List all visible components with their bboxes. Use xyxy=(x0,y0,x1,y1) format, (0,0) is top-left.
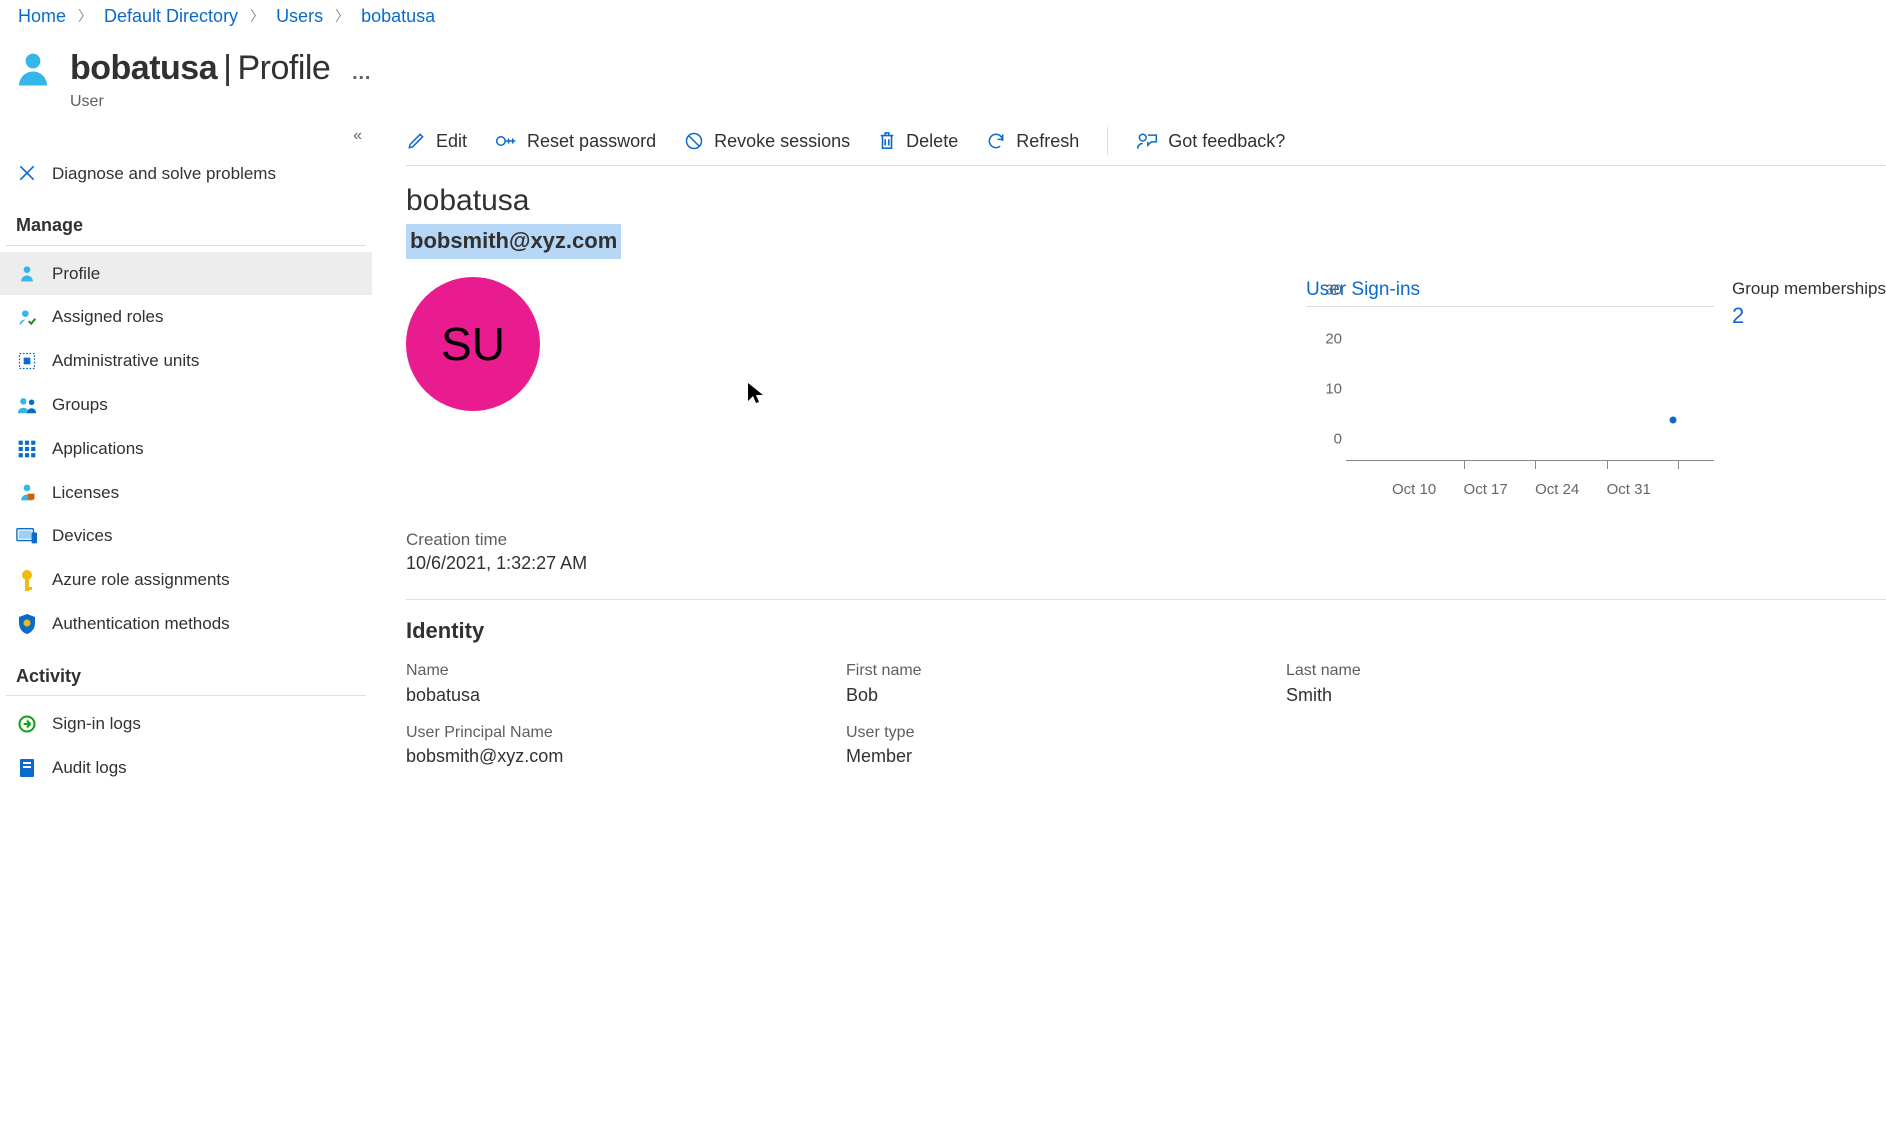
field-label: User type xyxy=(846,722,1266,744)
book-icon xyxy=(16,757,38,779)
field-label: First name xyxy=(846,660,1266,682)
sidebar-item-auth-methods[interactable]: Authentication methods xyxy=(0,602,372,646)
sidebar-item-signin-logs[interactable]: Sign-in logs xyxy=(0,702,372,746)
identity-field: User Principal Namebobsmith@xyz.com xyxy=(406,722,826,770)
sidebar-item-groups[interactable]: Groups xyxy=(0,383,372,427)
field-label: Last name xyxy=(1286,660,1886,682)
sidebar-item-label: Administrative units xyxy=(52,349,199,373)
delete-button[interactable]: Delete xyxy=(878,129,958,154)
user-display-name: bobatusa xyxy=(406,180,1886,222)
sidebar-item-label: Assigned roles xyxy=(52,305,164,329)
sidebar-item-licenses[interactable]: Licenses xyxy=(0,471,372,515)
divider xyxy=(1107,127,1108,155)
signin-icon xyxy=(16,713,38,735)
y-tick: 10 xyxy=(1306,378,1342,399)
y-tick: 20 xyxy=(1306,329,1342,350)
sidebar-item-diagnose[interactable]: Diagnose and solve problems xyxy=(0,152,372,196)
key-icon xyxy=(16,569,38,591)
breadcrumb-current[interactable]: bobatusa xyxy=(361,4,435,29)
breadcrumb-users[interactable]: Users xyxy=(276,4,323,29)
sidebar-item-roles[interactable]: Assigned roles xyxy=(0,295,372,339)
x-tick: Oct 31 xyxy=(1642,479,1714,500)
reset-password-button[interactable]: Reset password xyxy=(495,129,656,154)
chart-title: User Sign-ins xyxy=(1306,277,1714,307)
cursor-icon xyxy=(746,381,764,405)
sidebar: « Diagnose and solve problems Manage Pro… xyxy=(0,119,372,809)
sidebar-item-profile[interactable]: Profile xyxy=(0,252,372,296)
breadcrumb: Home 〉 Default Directory 〉 Users 〉 bobat… xyxy=(0,0,1886,31)
group-memberships[interactable]: Group memberships 2 xyxy=(1732,277,1886,332)
identity-field: User typeMember xyxy=(846,722,1266,770)
user-check-icon xyxy=(16,306,38,328)
sidebar-item-label: Sign-in logs xyxy=(52,712,141,736)
revoke-sessions-button[interactable]: Revoke sessions xyxy=(684,129,850,154)
sidebar-item-label: Profile xyxy=(52,262,100,286)
sidebar-item-label: Groups xyxy=(52,393,108,417)
user-email[interactable]: bobsmith@xyz.com xyxy=(406,224,621,259)
user-icon xyxy=(16,262,38,284)
sidebar-item-audit-logs[interactable]: Audit logs xyxy=(0,746,372,790)
sidebar-item-label: Authentication methods xyxy=(52,612,230,636)
user-icon xyxy=(10,45,56,91)
y-tick: 0 xyxy=(1306,428,1342,449)
grid-dashed-icon xyxy=(16,350,38,372)
breadcrumb-directory[interactable]: Default Directory xyxy=(104,4,238,29)
identity-section: Identity Namebobatusa First nameBob Last n… xyxy=(406,616,1886,770)
chevron-right-icon: 〉 xyxy=(250,7,264,27)
field-value: bobsmith@xyz.com xyxy=(406,744,826,769)
sidebar-item-label: Diagnose and solve problems xyxy=(52,162,276,186)
sidebar-item-label: Audit logs xyxy=(52,756,127,780)
identity-field: Namebobatusa xyxy=(406,660,826,708)
avatar: SU xyxy=(406,277,540,411)
breadcrumb-home[interactable]: Home xyxy=(18,4,66,29)
sidebar-section-activity: Activity xyxy=(6,646,366,696)
data-point xyxy=(1670,416,1677,423)
field-value: Bob xyxy=(846,683,1266,708)
group-icon xyxy=(16,394,38,416)
apps-icon xyxy=(16,438,38,460)
sidebar-item-label: Azure role assignments xyxy=(52,568,230,592)
page-subtitle: User xyxy=(70,91,372,113)
sidebar-item-applications[interactable]: Applications xyxy=(0,427,372,471)
identity-field: Last nameSmith xyxy=(1286,660,1886,708)
collapse-sidebar-button[interactable]: « xyxy=(0,119,372,151)
identity-heading: Identity xyxy=(406,616,1886,647)
identity-field: First nameBob xyxy=(846,660,1266,708)
shield-icon xyxy=(16,613,38,635)
license-icon xyxy=(16,481,38,503)
signins-chart[interactable]: User Sign-ins 0102030 Oct 10Oct 17Oct 24… xyxy=(1306,277,1714,500)
field-label: User Principal Name xyxy=(406,722,826,744)
page-header: bobatusa|Profile … User xyxy=(0,31,1886,119)
sidebar-section-manage: Manage xyxy=(6,195,366,245)
sidebar-item-admin-units[interactable]: Administrative units xyxy=(0,339,372,383)
edit-button[interactable]: Edit xyxy=(406,129,467,154)
field-value: Member xyxy=(846,744,1266,769)
device-icon xyxy=(16,525,38,547)
wrench-icon xyxy=(16,162,38,184)
chevron-right-icon: 〉 xyxy=(78,7,92,27)
field-value: bobatusa xyxy=(406,683,826,708)
refresh-button[interactable]: Refresh xyxy=(986,129,1079,154)
sidebar-item-label: Licenses xyxy=(52,481,119,505)
field-value: Smith xyxy=(1286,683,1886,708)
sidebar-item-devices[interactable]: Devices xyxy=(0,514,372,558)
sidebar-item-label: Applications xyxy=(52,437,144,461)
more-button[interactable]: … xyxy=(351,62,372,84)
page-title: bobatusa|Profile … xyxy=(70,45,372,93)
chevron-right-icon: 〉 xyxy=(335,7,349,27)
feedback-button[interactable]: Got feedback? xyxy=(1136,129,1285,154)
main-content: Edit Reset password Revoke sessions Dele… xyxy=(372,119,1886,809)
sidebar-item-azure-role[interactable]: Azure role assignments xyxy=(0,558,372,602)
creation-time: Creation time 10/6/2021, 1:32:27 AM xyxy=(406,528,1886,577)
y-tick: 30 xyxy=(1306,279,1342,300)
sidebar-item-label: Devices xyxy=(52,524,112,548)
field-label: Name xyxy=(406,660,826,682)
divider xyxy=(406,599,1886,600)
action-bar: Edit Reset password Revoke sessions Dele… xyxy=(406,119,1886,166)
